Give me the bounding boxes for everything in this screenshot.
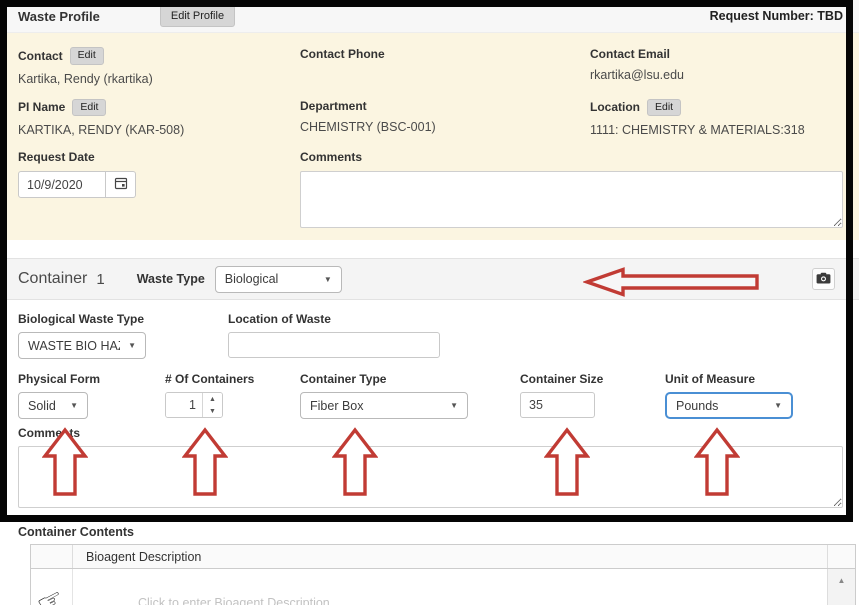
contact-email-value: rkartika@lsu.edu [590, 68, 843, 82]
waste-type-selected-value: Biological [225, 272, 279, 286]
calendar-icon [114, 176, 128, 193]
pi-name-label: PI Name [18, 100, 65, 114]
waste-type-label: Waste Type [137, 272, 205, 286]
biological-waste-type-selected-value: WASTE BIO HAZ... [28, 339, 120, 353]
location-of-waste-label: Location of Waste [228, 312, 331, 326]
stepper-up-icon[interactable]: ▲ [203, 393, 222, 405]
request-number: Request Number: TBD [710, 9, 845, 23]
request-date-label: Request Date [18, 150, 95, 164]
container-contents-title: Container Contents [18, 523, 859, 541]
container-title: Container [18, 270, 87, 288]
contact-edit-button[interactable]: Edit [70, 47, 104, 65]
profile-panel: Contact Edit Kartika, Rendy (rkartika) C… [0, 33, 859, 240]
bioagent-table-gutter-header [31, 545, 73, 568]
physical-form-select[interactable]: Solid ▼ [18, 392, 88, 419]
edit-profile-button[interactable]: Edit Profile [160, 5, 235, 27]
bioagent-description-column-header: Bioagent Description [73, 545, 827, 568]
page-title: Waste Profile [18, 9, 100, 24]
container-type-select[interactable]: Fiber Box ▼ [300, 392, 468, 419]
unit-of-measure-select[interactable]: Pounds ▼ [665, 392, 793, 419]
pointing-hand-icon: ☞ [33, 583, 71, 605]
location-field: Location Edit 1111: CHEMISTRY & MATERIAL… [590, 99, 843, 138]
physical-form-selected-value: Solid [28, 399, 56, 413]
bioagent-row-gutter: ☞ [31, 569, 73, 605]
container-type-label: Container Type [300, 372, 386, 386]
bioagent-table-header-row: Bioagent Description [31, 545, 855, 569]
num-containers-stepper[interactable]: ▲ ▼ [165, 392, 223, 418]
profile-comments-label: Comments [300, 150, 362, 164]
scrollbar-up-icon: ▲ [838, 577, 846, 605]
profile-comments-field: Comments [300, 150, 843, 228]
pi-name-value: KARTIKA, RENDY (KAR-508) [18, 123, 300, 137]
chevron-down-icon: ▼ [324, 275, 332, 284]
profile-comments-textarea[interactable] [300, 171, 843, 228]
container-header: Container 1 Waste Type Biological ▼ [0, 258, 859, 300]
num-containers-field: # Of Containers ▲ ▼ [165, 372, 254, 418]
contact-field: Contact Edit Kartika, Rendy (rkartika) [18, 47, 300, 86]
bioagent-description-cell[interactable]: Click to enter Bioagent Description [73, 569, 827, 605]
waste-request-page: Waste Profile Edit Profile Request Numbe… [0, 0, 859, 605]
biological-waste-type-field: Biological Waste Type WASTE BIO HAZ... ▼ [18, 312, 146, 359]
chevron-down-icon: ▼ [128, 341, 136, 350]
container-type-selected-value: Fiber Box [310, 399, 364, 413]
contact-label: Contact [18, 49, 63, 63]
container-comments-textarea[interactable] [18, 446, 843, 508]
stepper-down-icon[interactable]: ▼ [203, 405, 222, 417]
contact-email-label: Contact Email [590, 47, 670, 61]
physical-form-label: Physical Form [18, 372, 100, 386]
department-field: Department CHEMISTRY (BSC-001) [300, 99, 590, 138]
location-label: Location [590, 100, 640, 114]
bioagent-table-scroll-header [827, 545, 855, 568]
chevron-down-icon: ▼ [450, 401, 458, 410]
camera-button[interactable] [812, 268, 835, 290]
container-contents-section: Container Contents Bioagent Description … [0, 523, 859, 605]
page-header: Waste Profile Edit Profile Request Numbe… [0, 0, 859, 33]
contact-phone-label: Contact Phone [300, 47, 385, 61]
container-type-field: Container Type Fiber Box ▼ [300, 372, 468, 419]
location-of-waste-field: Location of Waste [228, 312, 440, 358]
container-number: 1 [96, 271, 104, 288]
biological-waste-type-label: Biological Waste Type [18, 312, 144, 326]
physical-form-field: Physical Form Solid ▼ [18, 372, 100, 419]
container-size-label: Container Size [520, 372, 603, 386]
location-value: 1111: CHEMISTRY & MATERIALS:318 [590, 123, 843, 137]
location-edit-button[interactable]: Edit [647, 99, 681, 117]
pi-name-edit-button[interactable]: Edit [72, 99, 106, 117]
contact-email-field: Contact Email rkartika@lsu.edu [590, 47, 843, 86]
num-containers-label: # Of Containers [165, 372, 254, 386]
container-size-input[interactable] [520, 392, 595, 418]
department-label: Department [300, 99, 367, 113]
bioagent-table-row: ☞ Click to enter Bioagent Description ▲ [31, 569, 855, 605]
container-size-field: Container Size [520, 372, 603, 418]
request-date-field: Request Date [18, 150, 300, 228]
department-value: CHEMISTRY (BSC-001) [300, 120, 590, 134]
pi-name-field: PI Name Edit KARTIKA, RENDY (KAR-508) [18, 99, 300, 138]
num-containers-input[interactable] [166, 393, 202, 417]
bioagent-table: Bioagent Description ☞ Click to enter Bi… [30, 544, 856, 605]
container-body: Biological Waste Type WASTE BIO HAZ... ▼… [0, 300, 859, 523]
bioagent-table-scrollbar[interactable]: ▲ [827, 569, 855, 605]
request-number-label: Request Number: [710, 9, 814, 23]
biological-waste-type-select[interactable]: WASTE BIO HAZ... ▼ [18, 332, 146, 359]
unit-of-measure-selected-value: Pounds [676, 399, 718, 413]
contact-value: Kartika, Rendy (rkartika) [18, 72, 300, 86]
request-date-input[interactable] [18, 171, 106, 198]
contact-phone-field: Contact Phone [300, 47, 590, 86]
chevron-down-icon: ▼ [70, 401, 78, 410]
location-of-waste-input[interactable] [228, 332, 440, 358]
calendar-button[interactable] [106, 171, 136, 198]
waste-type-select[interactable]: Biological ▼ [215, 266, 342, 293]
container-comments-label: Comments [18, 426, 80, 440]
unit-of-measure-label: Unit of Measure [665, 372, 755, 386]
container-comments-field: Comments [18, 426, 843, 508]
camera-icon [816, 272, 831, 287]
request-number-value: TBD [817, 9, 843, 23]
unit-of-measure-field: Unit of Measure Pounds ▼ [665, 372, 793, 419]
chevron-down-icon: ▼ [774, 401, 782, 410]
